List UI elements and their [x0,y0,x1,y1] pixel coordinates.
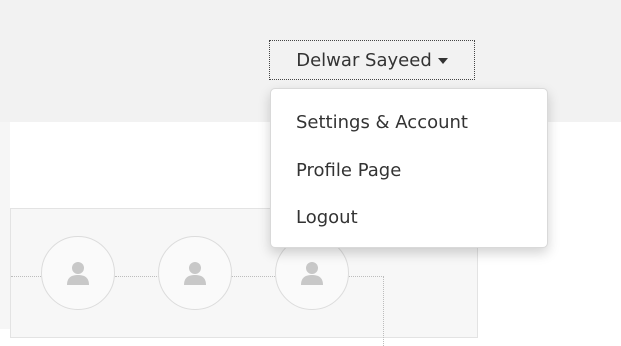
user-avatar-icon [184,262,206,285]
username-label: Delwar Sayeed [296,49,432,71]
menu-item-logout[interactable]: Logout [296,207,358,228]
menu-item-profile-page[interactable]: Profile Page [296,160,401,181]
user-dropdown-menu: Settings & Account Profile Page Logout [270,88,548,248]
tree-connector [349,276,384,277]
menu-item-settings-account[interactable]: Settings & Account [296,112,468,133]
user-avatar-icon [301,262,323,285]
tree-connector [11,276,41,277]
caret-down-icon [437,58,448,64]
tree-connector-vertical [383,276,384,346]
user-menu-toggle[interactable]: Delwar Sayeed [269,40,475,80]
tree-connector [231,276,277,277]
avatar[interactable] [158,236,232,310]
user-avatar-icon [67,262,89,285]
left-edge-strip [0,122,10,329]
tree-connector [115,276,161,277]
avatar[interactable] [41,236,115,310]
